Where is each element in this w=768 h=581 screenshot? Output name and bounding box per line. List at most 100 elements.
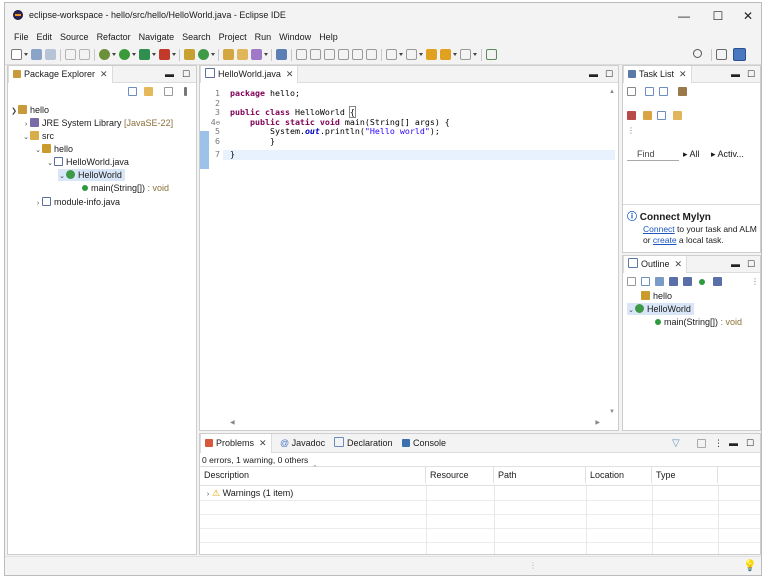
vertical-scrollbar[interactable]: ▲ ▼ [608, 89, 616, 415]
tree-item-class[interactable]: ⌄ HelloWorld [58, 169, 125, 181]
back-dropdown-icon[interactable] [453, 53, 457, 56]
maximize-outline-button[interactable]: ☐ [747, 256, 755, 273]
column-type[interactable]: Type [652, 467, 718, 483]
toggle-breadcrumb-icon[interactable] [296, 49, 307, 60]
last-edit-icon[interactable] [426, 49, 437, 60]
pin-editor-icon[interactable] [486, 49, 497, 60]
maximize-view-button[interactable]: ☐ [182, 66, 190, 83]
open-type-icon[interactable] [223, 49, 234, 60]
close-outline-icon[interactable]: ✕ [675, 259, 683, 269]
search-dropdown-icon[interactable] [264, 53, 268, 56]
minimize-problems-button[interactable]: ▬ [729, 434, 738, 453]
tab-task-list[interactable]: Task List ✕ [623, 66, 692, 83]
debug-dropdown-icon[interactable] [112, 53, 116, 56]
view-menu-icon[interactable] [184, 87, 187, 96]
minimize-outline-button[interactable]: ▬ [731, 256, 740, 273]
menu-source[interactable]: Source [56, 29, 93, 45]
tab-package-explorer[interactable]: Package Explorer ✕ [8, 66, 113, 83]
run-icon[interactable] [119, 49, 130, 60]
minimize-button[interactable]: — [667, 3, 701, 29]
annotation-icon[interactable] [310, 49, 321, 60]
outline-item-package[interactable]: hello [641, 290, 672, 302]
next-annotation-icon[interactable] [386, 49, 397, 60]
tree-item-method[interactable]: main(String[]) : void [82, 182, 169, 194]
close-task-list-icon[interactable]: ✕ [679, 69, 687, 79]
external-tools-dropdown-icon[interactable] [172, 53, 176, 56]
java-perspective-icon[interactable] [733, 48, 746, 61]
scheduled-icon[interactable] [659, 87, 668, 96]
close-problems-icon[interactable]: ✕ [259, 438, 267, 448]
menu-help[interactable]: Help [315, 29, 342, 45]
maximize-button[interactable]: ☐ [701, 3, 735, 29]
hide-fields-icon[interactable] [669, 277, 678, 286]
toggle-mark-icon[interactable] [276, 49, 287, 60]
menu-window[interactable]: Window [275, 29, 315, 45]
expand-icon[interactable] [657, 111, 666, 120]
minimize-task-list-button[interactable]: ▬ [731, 66, 740, 83]
column-description[interactable]: Description ⌃ [200, 465, 426, 483]
sync-icon[interactable] [673, 111, 682, 120]
create-link[interactable]: create [653, 235, 677, 245]
problems-menu-icon[interactable]: ⋮ [714, 434, 723, 453]
all-filter-link[interactable]: ▸ All [683, 148, 700, 161]
new-dropdown-icon[interactable] [24, 53, 28, 56]
tree-item-project[interactable]: ❯ hello [10, 104, 49, 116]
code-editor[interactable]: 1 2 3 4⊖ 5 6 7 package hello; public cla… [200, 83, 618, 430]
focus-icon[interactable] [643, 111, 652, 120]
sort-icon[interactable] [655, 277, 664, 286]
column-path[interactable]: Path [494, 467, 586, 483]
minimize-view-button[interactable]: ▬ [165, 66, 174, 83]
scroll-right-icon[interactable]: ▶ [595, 419, 600, 426]
task-find-input[interactable]: Find [627, 148, 679, 161]
prev-annotation-icon[interactable] [406, 49, 417, 60]
more-options-icon[interactable]: ⋮ [627, 126, 635, 135]
scroll-down-icon[interactable]: ▼ [609, 409, 615, 415]
hide-nonpublic-icon[interactable] [699, 279, 705, 285]
hide-static-icon[interactable] [683, 277, 692, 286]
forward-dropdown-icon[interactable] [473, 53, 477, 56]
tab-javadoc[interactable]: @ Javadoc [276, 434, 329, 453]
close-window-button[interactable]: ✕ [735, 3, 761, 29]
column-location[interactable]: Location [586, 467, 652, 483]
outline-item-method[interactable]: main(String[]) : void [655, 316, 742, 328]
coverage-dropdown-icon[interactable] [152, 53, 156, 56]
pilcrow-icon[interactable] [366, 49, 377, 60]
forward-icon[interactable] [460, 49, 471, 60]
collapse-outline-icon[interactable] [641, 277, 650, 286]
coverage-icon[interactable] [139, 49, 150, 60]
activate-task-link[interactable]: ▸ Activ... [711, 148, 744, 161]
menu-refactor[interactable]: Refactor [93, 29, 135, 45]
connect-link[interactable]: Connect [643, 224, 675, 234]
maximize-task-list-button[interactable]: ☐ [747, 66, 755, 83]
run-dropdown-icon[interactable] [132, 53, 136, 56]
new-class-dropdown-icon[interactable] [211, 53, 215, 56]
minimize-editor-button[interactable]: ▬ [589, 66, 598, 83]
menu-project[interactable]: Project [215, 29, 251, 45]
outline-item-class[interactable]: ⌄ HelloWorld [627, 303, 694, 315]
save-all-icon[interactable] [45, 49, 56, 60]
table-row-warnings[interactable]: › ⚠ Warnings (1 item) [204, 487, 293, 499]
scroll-up-icon[interactable]: ▲ [609, 89, 615, 95]
scroll-left-icon[interactable]: ◀ [230, 419, 235, 426]
maximize-problems-button[interactable]: ☐ [746, 434, 754, 453]
menu-search[interactable]: Search [178, 29, 215, 45]
tab-declaration[interactable]: Declaration [330, 434, 397, 453]
collapse-all-icon[interactable] [128, 87, 137, 96]
search-tool-icon[interactable] [251, 49, 262, 60]
save-icon[interactable] [31, 49, 42, 60]
menu-navigate[interactable]: Navigate [135, 29, 179, 45]
open-task-icon[interactable] [237, 49, 248, 60]
next-annotation-dropdown-icon[interactable] [399, 53, 403, 56]
prev-annotation-dropdown-icon[interactable] [419, 53, 423, 56]
open-perspective-icon[interactable] [716, 49, 727, 60]
hide-completed-icon[interactable] [678, 87, 687, 96]
filters-icon[interactable] [164, 87, 173, 96]
tab-problems[interactable]: Problems ✕ [200, 434, 272, 453]
tree-item-jre[interactable]: › JRE System Library [JavaSE-22] [22, 117, 173, 129]
external-tools-icon[interactable] [159, 49, 170, 60]
collapse-tasks-icon[interactable] [627, 111, 636, 120]
hide-local-types-icon[interactable] [713, 277, 722, 286]
new-class-icon[interactable] [198, 49, 209, 60]
tab-console[interactable]: Console [398, 434, 450, 453]
focus-problems-icon[interactable] [697, 439, 706, 448]
